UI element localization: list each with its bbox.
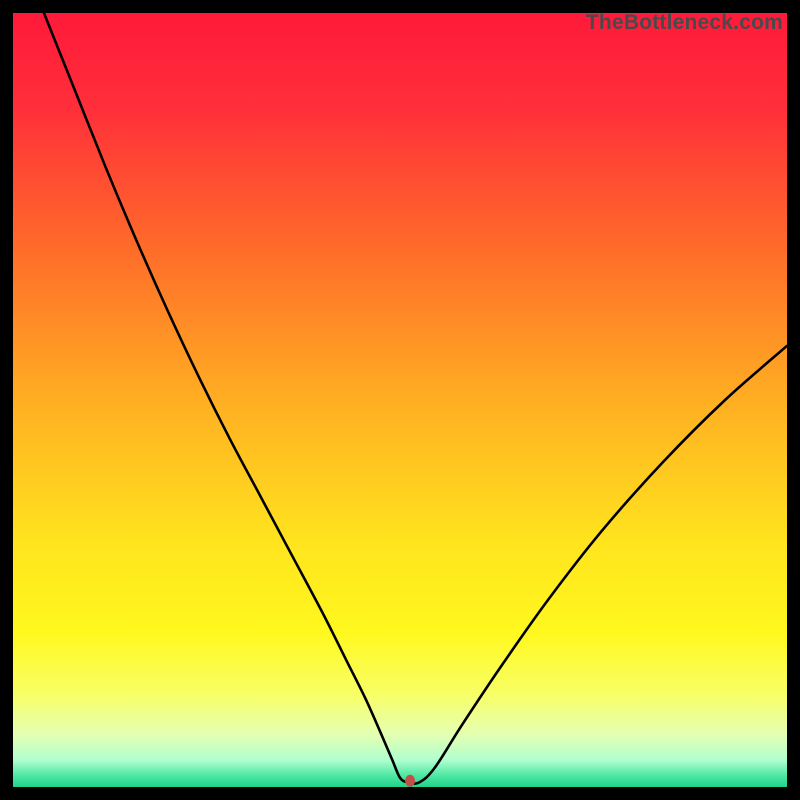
chart-svg <box>13 13 787 787</box>
optimum-marker <box>405 775 415 787</box>
gradient-background <box>13 13 787 787</box>
chart-frame: TheBottleneck.com <box>13 13 787 787</box>
watermark-text: TheBottleneck.com <box>586 11 783 35</box>
